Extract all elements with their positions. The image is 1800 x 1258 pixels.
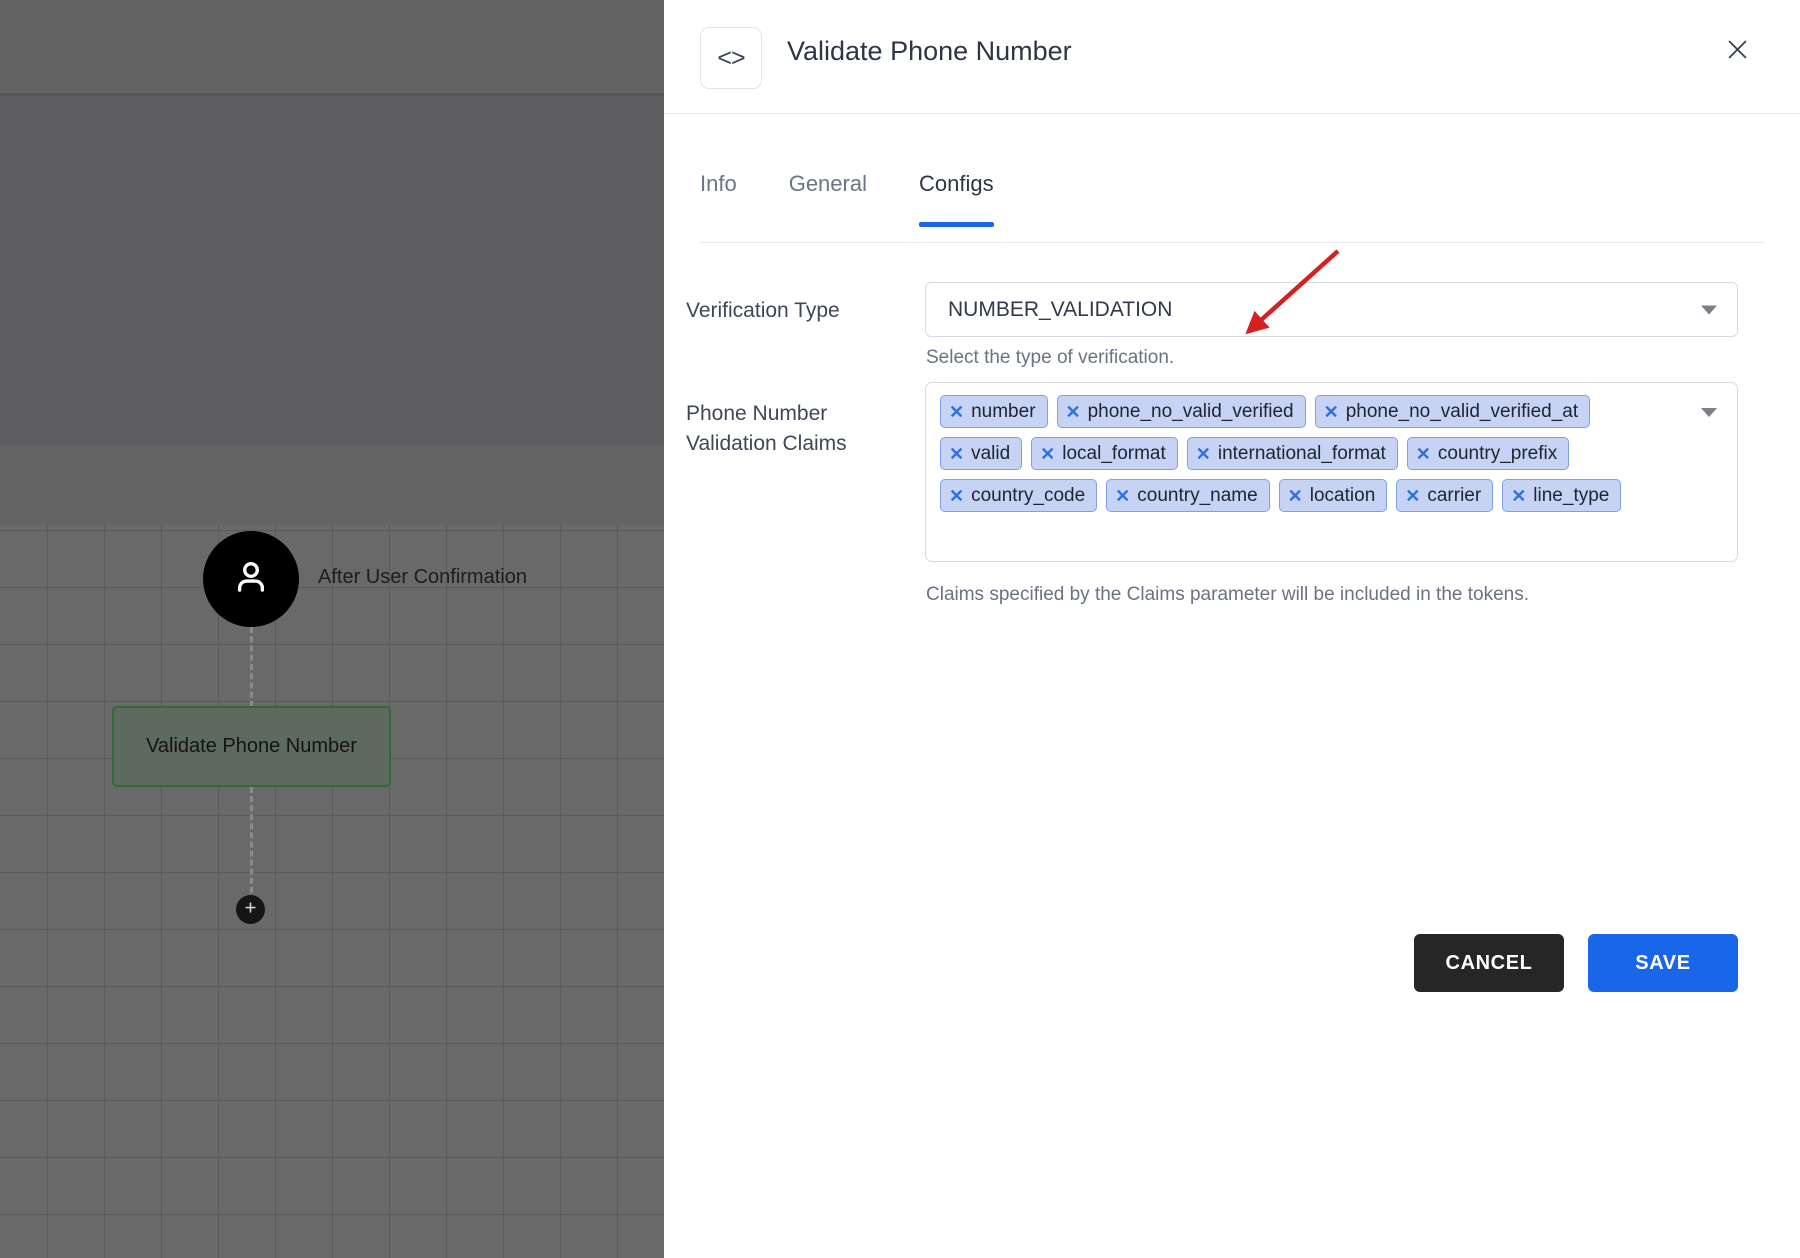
claim-chip[interactable]: ✕ country_prefix: [1406, 437, 1570, 470]
chip-remove-icon[interactable]: ✕: [1115, 487, 1130, 505]
claim-chip[interactable]: ✕ carrier: [1396, 479, 1494, 512]
cancel-button[interactable]: CANCEL: [1414, 934, 1564, 992]
user-trigger-node[interactable]: [203, 531, 299, 627]
tab-info[interactable]: Info: [700, 171, 737, 227]
chip-remove-icon[interactable]: ✕: [1416, 445, 1431, 463]
tab-divider: [700, 242, 1764, 243]
panel-header: <> Validate Phone Number: [664, 0, 1800, 114]
claim-chip[interactable]: ✕ valid: [940, 437, 1023, 470]
chip-label: country_name: [1137, 484, 1258, 506]
verification-type-helper-text: Select the type of verification.: [926, 347, 1175, 368]
plus-icon: [243, 900, 258, 920]
flow-node-label: Validate Phone Number: [146, 735, 357, 757]
canvas-band-top: [0, 0, 664, 95]
chip-label: location: [1309, 484, 1376, 506]
canvas-grid: [0, 525, 664, 1258]
chevron-down-icon: [1701, 305, 1717, 314]
chip-label: local_format: [1062, 442, 1166, 464]
claim-chip[interactable]: ✕ line_type: [1502, 479, 1622, 512]
chip-remove-icon[interactable]: ✕: [1066, 403, 1081, 421]
chip-label: phone_no_valid_verified: [1087, 400, 1294, 422]
verification-type-value: NUMBER_VALIDATION: [948, 297, 1173, 321]
chip-remove-icon[interactable]: ✕: [1040, 445, 1055, 463]
code-icon: <>: [700, 27, 762, 89]
claim-chip[interactable]: ✕ phone_no_valid_verified_at: [1314, 395, 1591, 428]
claim-chip[interactable]: ✕ number: [940, 395, 1048, 428]
validation-claims-label: Phone Number Validation Claims: [686, 402, 847, 456]
chip-label: line_type: [1533, 484, 1610, 506]
chip-label: country_prefix: [1437, 442, 1558, 464]
user-icon: [230, 556, 272, 603]
validation-claims-helper-text: Claims specified by the Claims parameter…: [926, 584, 1529, 605]
add-step-button[interactable]: [236, 895, 265, 924]
claim-chip[interactable]: ✕ country_name: [1106, 479, 1270, 512]
canvas-band-middle: [0, 95, 664, 445]
chip-label: carrier: [1427, 484, 1482, 506]
close-button[interactable]: [1718, 33, 1756, 71]
action-buttons: CANCEL SAVE: [664, 934, 1800, 992]
verification-type-label: Verification Type: [686, 299, 840, 322]
chip-remove-icon[interactable]: ✕: [949, 487, 964, 505]
chip-remove-icon[interactable]: ✕: [1288, 487, 1303, 505]
user-node-label: After User Confirmation: [318, 566, 527, 588]
chip-remove-icon[interactable]: ✕: [1324, 403, 1339, 421]
code-icon-glyph: <>: [717, 43, 745, 72]
chip-label: valid: [971, 442, 1011, 464]
claim-chip[interactable]: ✕ phone_no_valid_verified: [1056, 395, 1306, 428]
chip-label: number: [971, 400, 1036, 422]
connector-line-bottom: [250, 787, 253, 902]
claim-chip[interactable]: ✕ international_format: [1186, 437, 1398, 470]
chevron-down-icon: [1701, 408, 1717, 417]
claim-chip[interactable]: ✕ local_format: [1031, 437, 1178, 470]
canvas-band-edge: [0, 93, 664, 96]
tab-bar: Info General Configs: [664, 114, 1800, 274]
chip-list: ✕ number ✕ phone_no_valid_verified ✕ phone_no…: [940, 395, 1670, 512]
page-title: Validate Phone Number: [787, 36, 1072, 66]
flow-node-validate-phone-number[interactable]: Validate Phone Number: [112, 706, 391, 787]
tab-general[interactable]: General: [789, 171, 867, 227]
detail-panel: <> Validate Phone Number Info General Co…: [664, 0, 1800, 1258]
close-icon: [1724, 36, 1751, 68]
validation-claims-multiselect[interactable]: ✕ number ✕ phone_no_valid_verified ✕ phone_no…: [925, 382, 1738, 562]
chip-remove-icon[interactable]: ✕: [1196, 445, 1211, 463]
chip-remove-icon[interactable]: ✕: [949, 445, 964, 463]
canvas-band-bottom: [0, 445, 664, 525]
verification-type-select[interactable]: NUMBER_VALIDATION: [925, 282, 1738, 337]
chip-label: international_format: [1217, 442, 1386, 464]
chip-remove-icon[interactable]: ✕: [1511, 487, 1526, 505]
chip-label: country_code: [971, 484, 1086, 506]
claim-chip[interactable]: ✕ location: [1278, 479, 1388, 512]
chip-remove-icon[interactable]: ✕: [1405, 487, 1420, 505]
tab-configs[interactable]: Configs: [918, 171, 994, 227]
chip-remove-icon[interactable]: ✕: [949, 403, 964, 421]
chip-label: phone_no_valid_verified_at: [1345, 400, 1579, 422]
app-root: After User Confirmation Validate Phone N…: [0, 0, 1800, 1258]
flow-canvas[interactable]: After User Confirmation Validate Phone N…: [0, 0, 664, 1258]
connector-line-top: [250, 627, 253, 707]
claim-chip[interactable]: ✕ country_code: [940, 479, 1098, 512]
save-button[interactable]: SAVE: [1588, 934, 1738, 992]
